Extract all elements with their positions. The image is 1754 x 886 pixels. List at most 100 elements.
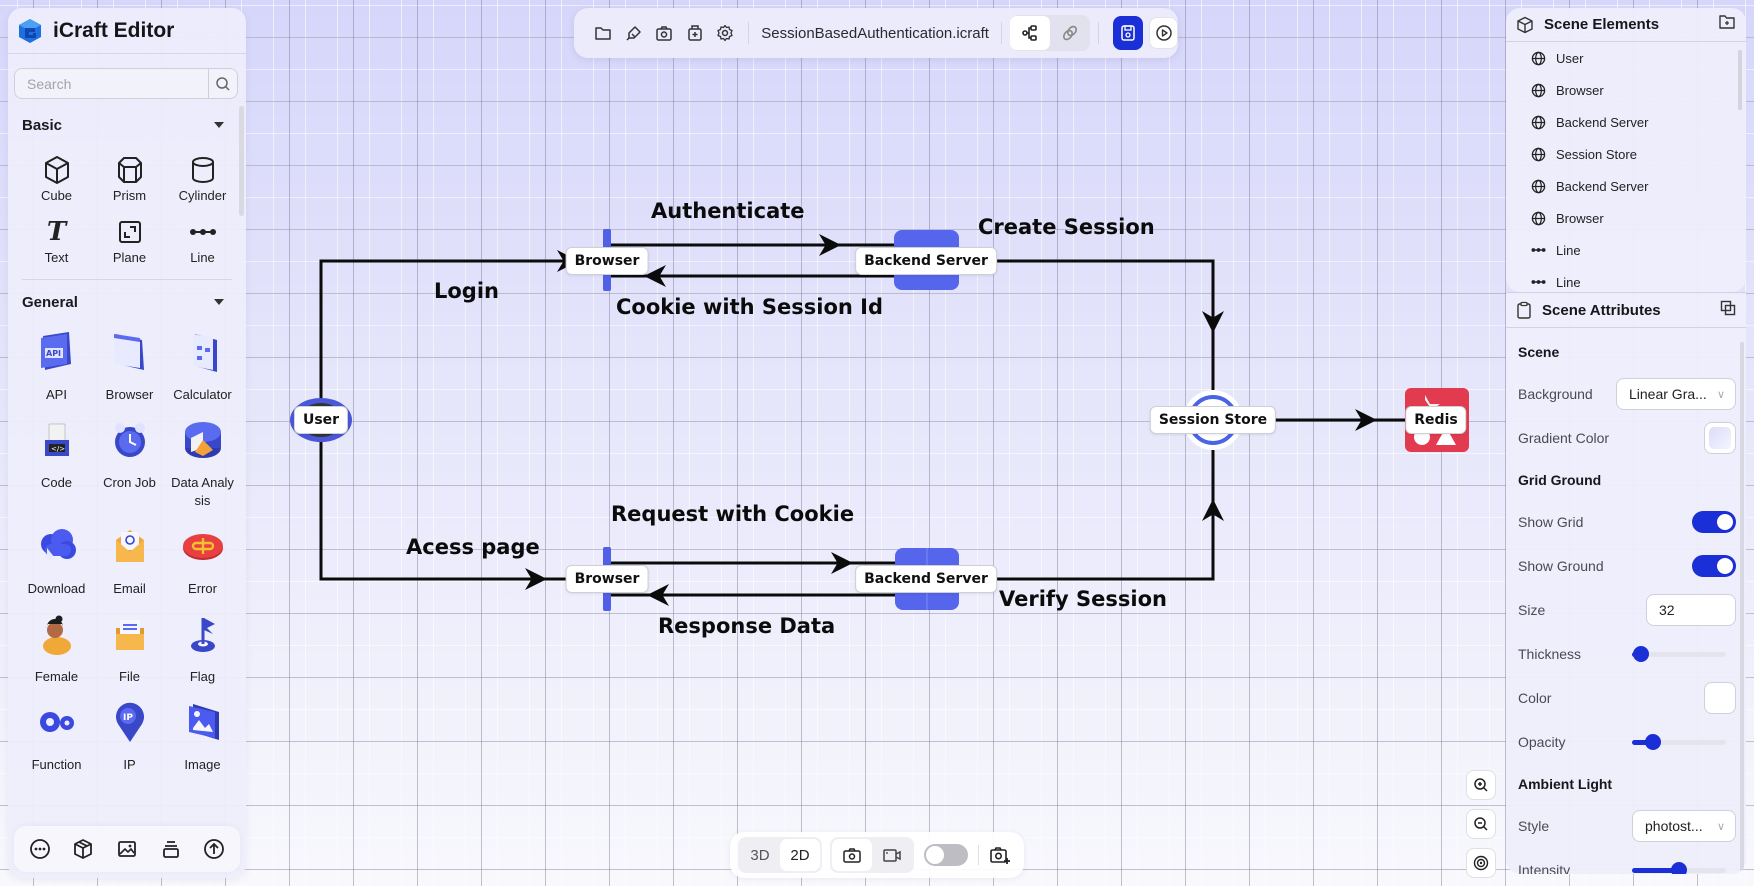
- item-label: Function: [31, 757, 82, 772]
- search-input[interactable]: [15, 69, 208, 98]
- video-mode-button[interactable]: [872, 839, 912, 871]
- export-icon[interactable]: [679, 17, 709, 49]
- more-icon[interactable]: [25, 834, 55, 864]
- screenshot-button[interactable]: [989, 845, 1011, 865]
- node-label-session-store[interactable]: Session Store: [1149, 406, 1277, 434]
- scene-attributes-header: Scene Attributes: [1506, 292, 1746, 328]
- recenter-button[interactable]: [1466, 848, 1496, 878]
- upload-icon[interactable]: [199, 834, 229, 864]
- scene-element-item[interactable]: Browser: [1506, 74, 1746, 106]
- library-scrollbar[interactable]: [239, 106, 244, 216]
- zoom-out-button[interactable]: [1466, 809, 1496, 839]
- diagram-canvas[interactable]: Login Authenticate Cookie with Session I…: [0, 0, 1754, 886]
- scene-element-item[interactable]: Session Store: [1506, 138, 1746, 170]
- save-button[interactable]: [1112, 16, 1144, 50]
- api-icon: API: [37, 328, 77, 376]
- copy-button[interactable]: [1720, 300, 1736, 321]
- library-item-download[interactable]: Download: [20, 522, 93, 598]
- show-ground-label: Show Ground: [1518, 558, 1604, 574]
- library-item-code[interactable]: </> Code: [20, 416, 93, 510]
- scene-element-item[interactable]: Backend Server: [1506, 106, 1746, 138]
- background-select[interactable]: Linear Gra... ∨: [1616, 378, 1736, 410]
- library-item-email[interactable]: Email: [93, 522, 166, 598]
- library-item-function[interactable]: Function: [20, 698, 93, 774]
- scene-elements-header: Scene Elements: [1506, 8, 1746, 42]
- slider-handle[interactable]: [1644, 733, 1661, 750]
- model-icon[interactable]: [68, 834, 98, 864]
- library-item-cube[interactable]: Cube: [20, 155, 93, 203]
- library-item-prism[interactable]: Prism: [93, 155, 166, 203]
- image-icon[interactable]: [112, 834, 142, 864]
- library-item-text[interactable]: T Text: [20, 217, 93, 265]
- node-label-redis[interactable]: Redis: [1405, 406, 1467, 434]
- library-item-female[interactable]: Female: [20, 610, 93, 686]
- link-icon[interactable]: [1050, 16, 1090, 50]
- photo-mode-button[interactable]: [832, 839, 872, 871]
- scene-element-label: Session Store: [1556, 146, 1637, 162]
- globe-icon: [1531, 115, 1546, 130]
- zoom-in-button[interactable]: [1466, 770, 1496, 800]
- library-item-data-analysis[interactable]: Data Analysis: [166, 416, 239, 510]
- globe-icon: [1531, 179, 1546, 194]
- inspector-panel: Scene Elements User Browser Backend Server…: [1506, 8, 1746, 878]
- tree-icon[interactable]: [1009, 16, 1050, 50]
- size-input[interactable]: 32: [1646, 594, 1736, 626]
- library-item-cylinder[interactable]: Cylinder: [166, 155, 239, 203]
- node-label-backend-bottom[interactable]: Backend Server: [855, 565, 997, 593]
- view-2d-button[interactable]: 2D: [780, 839, 820, 871]
- show-ground-toggle[interactable]: [1692, 555, 1736, 577]
- settings-icon[interactable]: [710, 17, 740, 49]
- search-button[interactable]: [208, 69, 237, 98]
- slider-handle[interactable]: [1671, 861, 1687, 874]
- thickness-label: Thickness: [1518, 646, 1582, 662]
- scene-element-item[interactable]: Browser: [1506, 202, 1746, 234]
- library-item-calculator[interactable]: Calculator: [166, 328, 239, 404]
- library-item-cron-job[interactable]: Cron Job: [93, 416, 166, 510]
- edge-create-session[interactable]: [988, 259, 1224, 333]
- folder-icon[interactable]: [588, 17, 618, 49]
- layers-icon[interactable]: [156, 834, 186, 864]
- library-item-ip[interactable]: IP IP: [93, 698, 166, 774]
- library-item-image[interactable]: Image: [166, 698, 239, 774]
- scene-element-item[interactable]: User: [1506, 42, 1746, 74]
- view-3d-button[interactable]: 3D: [740, 839, 780, 871]
- recording-toggle[interactable]: [924, 844, 968, 866]
- scene-element-item[interactable]: Line: [1506, 234, 1746, 266]
- opacity-slider[interactable]: [1632, 733, 1726, 750]
- library-item-file[interactable]: File: [93, 610, 166, 686]
- section-general-header[interactable]: General: [8, 290, 246, 314]
- file-icon: [110, 610, 150, 658]
- attributes-scrollbar[interactable]: [1740, 342, 1744, 872]
- library-item-error[interactable]: Error: [166, 522, 239, 598]
- node-label-user[interactable]: User: [293, 406, 349, 434]
- edge-verify-session[interactable]: [990, 499, 1224, 581]
- ip-icon: IP: [112, 698, 148, 746]
- library-item-api[interactable]: API API: [20, 328, 93, 404]
- node-label-backend-top[interactable]: Backend Server: [855, 247, 997, 275]
- chevron-down-icon: ∨: [1716, 388, 1725, 401]
- style-select[interactable]: photost... ∨: [1632, 810, 1736, 842]
- scene-element-item[interactable]: Line: [1506, 266, 1746, 292]
- play-button[interactable]: [1149, 17, 1178, 49]
- node-label-browser-bottom[interactable]: Browser: [565, 565, 649, 593]
- library-item-plane[interactable]: Plane: [93, 217, 166, 265]
- node-label-browser-top[interactable]: Browser: [565, 247, 649, 275]
- section-basic-header[interactable]: Basic: [8, 113, 246, 137]
- edge-label-create-session: Create Session: [978, 215, 1155, 239]
- brush-icon[interactable]: [618, 17, 648, 49]
- slider-handle[interactable]: [1633, 645, 1650, 662]
- camera-icon[interactable]: [649, 17, 679, 49]
- scene-element-item[interactable]: Backend Server: [1506, 170, 1746, 202]
- show-grid-toggle[interactable]: [1692, 511, 1736, 533]
- new-folder-button[interactable]: [1718, 14, 1736, 35]
- gradient-color-swatch[interactable]: [1704, 422, 1736, 454]
- library-item-browser[interactable]: Browser: [93, 328, 166, 404]
- library-item-line[interactable]: Line: [166, 217, 239, 265]
- library-item-flag[interactable]: Flag: [166, 610, 239, 686]
- grid-color-swatch[interactable]: [1704, 682, 1736, 714]
- item-label: Plane: [112, 250, 147, 265]
- intensity-slider[interactable]: [1632, 861, 1726, 874]
- scene-elements-scrollbar[interactable]: [1738, 50, 1742, 110]
- plane-icon: [117, 217, 143, 247]
- thickness-slider[interactable]: [1632, 645, 1726, 662]
